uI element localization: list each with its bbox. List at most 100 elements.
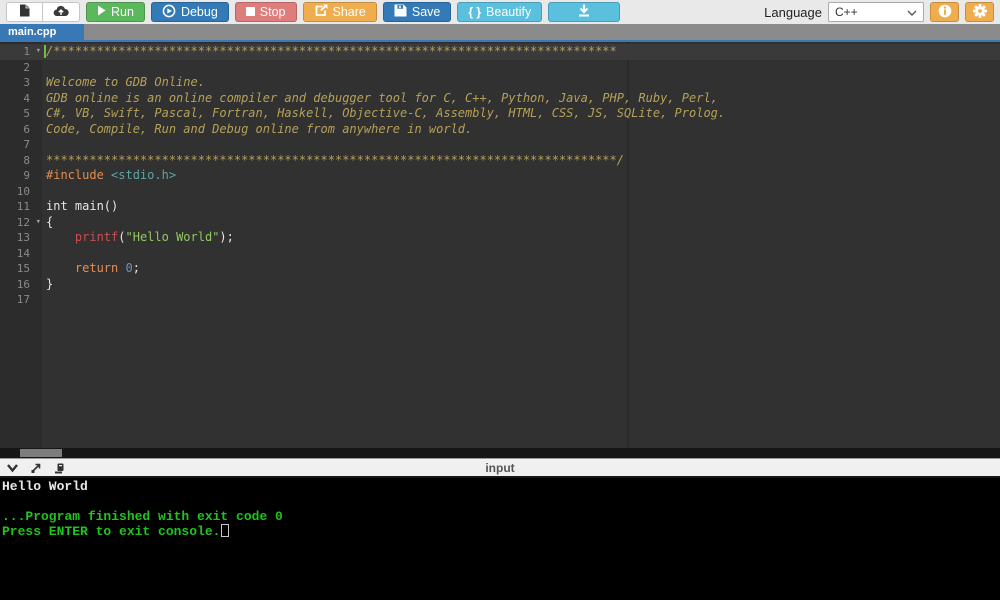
code-line[interactable]: 6Code, Compile, Run and Debug online fro… [0, 122, 1000, 138]
code-line[interactable]: 3Welcome to GDB Online. [0, 75, 1000, 91]
code-line[interactable]: 1▾/*************************************… [0, 44, 1000, 60]
line-number: 5 [0, 106, 42, 122]
line-number: 12▾ [0, 215, 42, 231]
code-line-text [42, 292, 46, 308]
info-button[interactable] [930, 2, 959, 22]
stop-button[interactable]: Stop [235, 2, 297, 22]
code-line[interactable]: 17 [0, 292, 1000, 308]
code-line[interactable]: 8***************************************… [0, 153, 1000, 169]
line-number: 16 [0, 277, 42, 293]
line-number: 1▾ [0, 44, 42, 60]
stop-icon [246, 5, 255, 19]
line-number: 8 [0, 153, 42, 169]
code-line-text: /***************************************… [42, 44, 617, 60]
file-button-group [6, 2, 80, 22]
console-output[interactable]: Hello World ...Program finished with exit… [0, 478, 1000, 600]
language-select[interactable]: C++ [828, 2, 924, 22]
cloud-upload-icon [53, 5, 69, 20]
text-cursor [44, 45, 46, 58]
line-number: 14 [0, 246, 42, 262]
splitter-handle[interactable] [20, 449, 62, 457]
code-line[interactable]: 5C#, VB, Swift, Pascal, Fortran, Haskell… [0, 106, 1000, 122]
line-number: 6 [0, 122, 42, 138]
run-button-label: Run [111, 5, 134, 19]
tab-label: main.cpp [8, 26, 56, 38]
line-number: 15 [0, 261, 42, 277]
toolbar-right-group: Language C++ [764, 2, 994, 22]
save-button-label: Save [412, 5, 441, 19]
console-line [2, 494, 1000, 509]
code-line[interactable]: 7 [0, 137, 1000, 153]
code-line-text [42, 60, 46, 76]
debug-icon [162, 4, 176, 21]
code-line[interactable]: 14 [0, 246, 1000, 262]
line-number: 17 [0, 292, 42, 308]
code-line-text: ****************************************… [42, 153, 624, 169]
beautify-button[interactable]: { } Beautify [457, 2, 542, 22]
line-number: 2 [0, 60, 42, 76]
upload-button[interactable] [43, 2, 80, 22]
console-toolbar: input [0, 458, 1000, 478]
beautify-button-label: Beautify [486, 5, 531, 19]
fold-toggle-icon[interactable]: ▾ [36, 44, 41, 60]
code-line-text: { [42, 215, 53, 231]
code-line[interactable]: 16} [0, 277, 1000, 293]
settings-button[interactable] [965, 2, 994, 22]
editor-lines: 1▾/*************************************… [0, 42, 1000, 308]
new-file-button[interactable] [6, 2, 43, 22]
share-button[interactable]: Share [303, 2, 377, 22]
code-line[interactable]: 12▾{ [0, 215, 1000, 231]
run-button[interactable]: Run [86, 2, 145, 22]
main-toolbar: Run Debug Stop Share Save { } Beautify [0, 0, 1000, 24]
debug-button-label: Debug [181, 5, 218, 19]
code-line[interactable]: 15 return 0; [0, 261, 1000, 277]
code-line[interactable]: 13 printf("Hello World"); [0, 230, 1000, 246]
share-icon [314, 4, 328, 20]
code-line[interactable]: 4GDB online is an online compiler and de… [0, 91, 1000, 107]
chevron-down-icon [907, 5, 917, 19]
save-button[interactable]: Save [383, 2, 452, 22]
line-number: 7 [0, 137, 42, 153]
tab-bar: main.cpp [0, 24, 1000, 42]
code-line-text [42, 184, 46, 200]
info-icon [938, 4, 952, 21]
fold-toggle-icon[interactable]: ▾ [36, 215, 41, 231]
console-line: Press ENTER to exit console. [2, 524, 1000, 539]
code-line[interactable]: 10 [0, 184, 1000, 200]
code-line[interactable]: 2 [0, 60, 1000, 76]
code-line-text [42, 137, 46, 153]
line-number: 13 [0, 230, 42, 246]
code-line-text: printf("Hello World"); [42, 230, 234, 246]
download-button[interactable] [548, 2, 620, 22]
console-line: ...Program finished with exit code 0 [2, 509, 1000, 524]
console-input-label: input [0, 461, 1000, 475]
stop-button-label: Stop [260, 5, 286, 19]
code-line-text: GDB online is an online compiler and deb… [42, 91, 718, 107]
code-line-text [42, 246, 46, 262]
code-line[interactable]: 9#include <stdio.h> [0, 168, 1000, 184]
share-button-label: Share [333, 5, 366, 19]
play-icon [97, 5, 106, 19]
code-editor[interactable]: 1▾/*************************************… [0, 42, 1000, 448]
download-icon [577, 4, 591, 20]
code-line-text: C#, VB, Swift, Pascal, Fortran, Haskell,… [42, 106, 725, 122]
line-number: 9 [0, 168, 42, 184]
line-number: 11 [0, 199, 42, 215]
code-line[interactable]: 11int main() [0, 199, 1000, 215]
code-line-text: } [42, 277, 53, 293]
console-cursor [221, 524, 229, 537]
gear-icon [973, 4, 987, 21]
braces-icon: { } [468, 5, 481, 19]
code-line-text: Welcome to GDB Online. [42, 75, 205, 91]
tab-main-cpp[interactable]: main.cpp [0, 24, 84, 40]
editor-console-splitter[interactable] [0, 448, 1000, 458]
language-label: Language [764, 5, 822, 20]
console-line: Hello World [2, 479, 1000, 494]
code-line-text: #include <stdio.h> [42, 168, 176, 184]
line-number: 4 [0, 91, 42, 107]
language-selected-value: C++ [835, 5, 858, 19]
debug-button[interactable]: Debug [151, 2, 229, 22]
code-line-text: int main() [42, 199, 118, 215]
new-file-icon [19, 4, 30, 20]
save-icon [394, 4, 407, 20]
